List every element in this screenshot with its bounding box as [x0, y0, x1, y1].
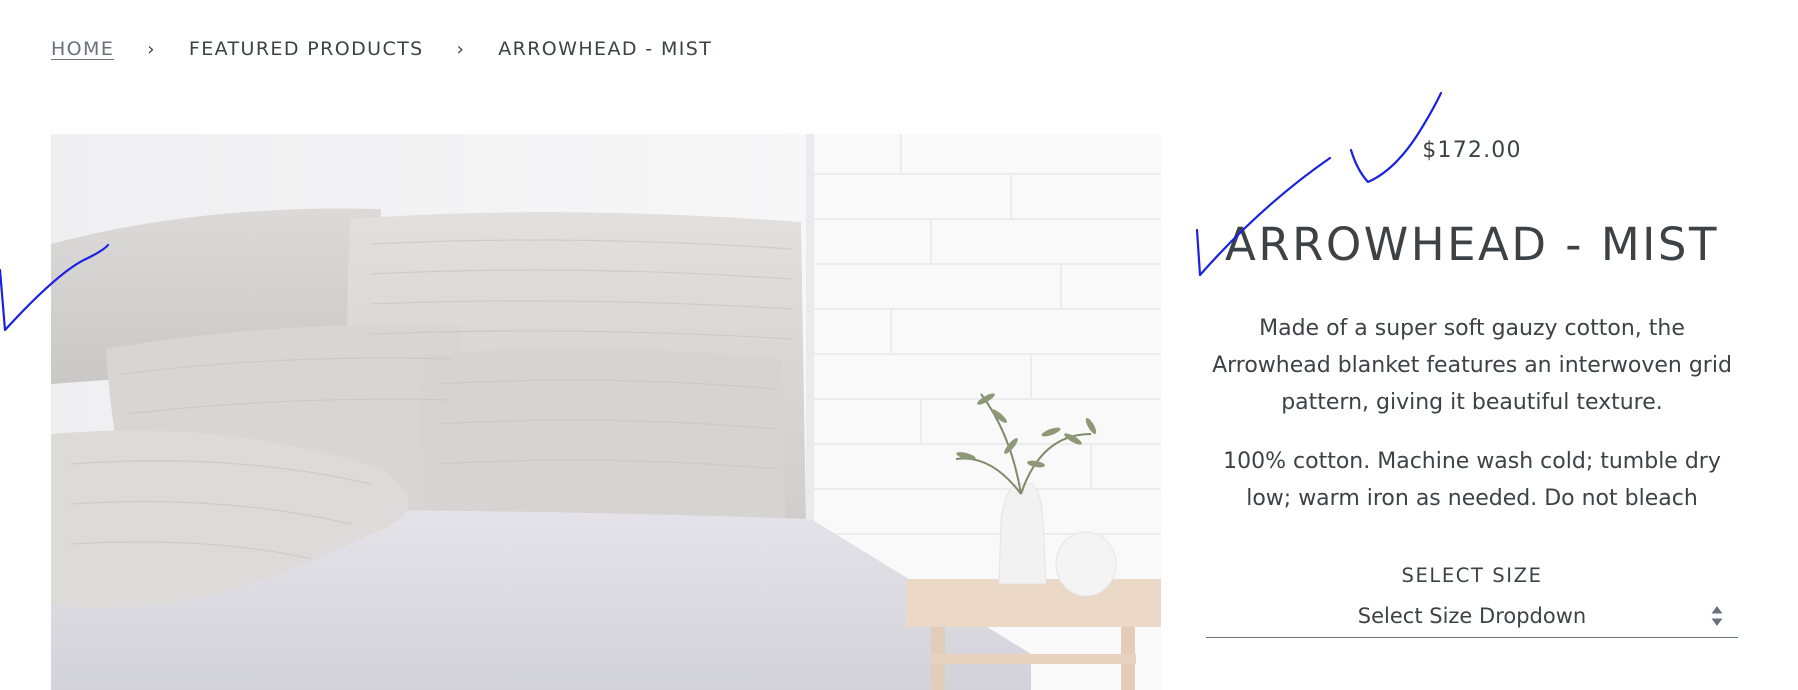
breadcrumb-featured-products[interactable]: FEATURED PRODUCTS: [189, 38, 424, 60]
product-price: $172.00: [1422, 138, 1522, 163]
product-care-instructions: 100% cotton. Machine wash cold; tumble d…: [1223, 449, 1721, 511]
product-photo-illustration: [51, 134, 1161, 690]
product-image[interactable]: [51, 134, 1161, 690]
product-title: ARROWHEAD - MIST: [1225, 218, 1719, 271]
breadcrumb: HOME › FEATURED PRODUCTS › ARROWHEAD - M…: [51, 38, 712, 60]
select-size-label: SELECT SIZE: [1401, 564, 1543, 587]
breadcrumb-separator: ›: [147, 38, 156, 60]
breadcrumb-separator: ›: [456, 38, 466, 60]
product-description: Made of a super soft gauzy cotton, the A…: [1212, 316, 1732, 415]
size-dropdown[interactable]: Select Size Dropdown: [1206, 596, 1738, 638]
breadcrumb-current: ARROWHEAD - MIST: [498, 38, 713, 60]
up-down-arrows-icon: [1711, 606, 1723, 626]
breadcrumb-home-link[interactable]: HOME: [51, 38, 114, 60]
size-dropdown-value: Select Size Dropdown: [1357, 604, 1587, 628]
